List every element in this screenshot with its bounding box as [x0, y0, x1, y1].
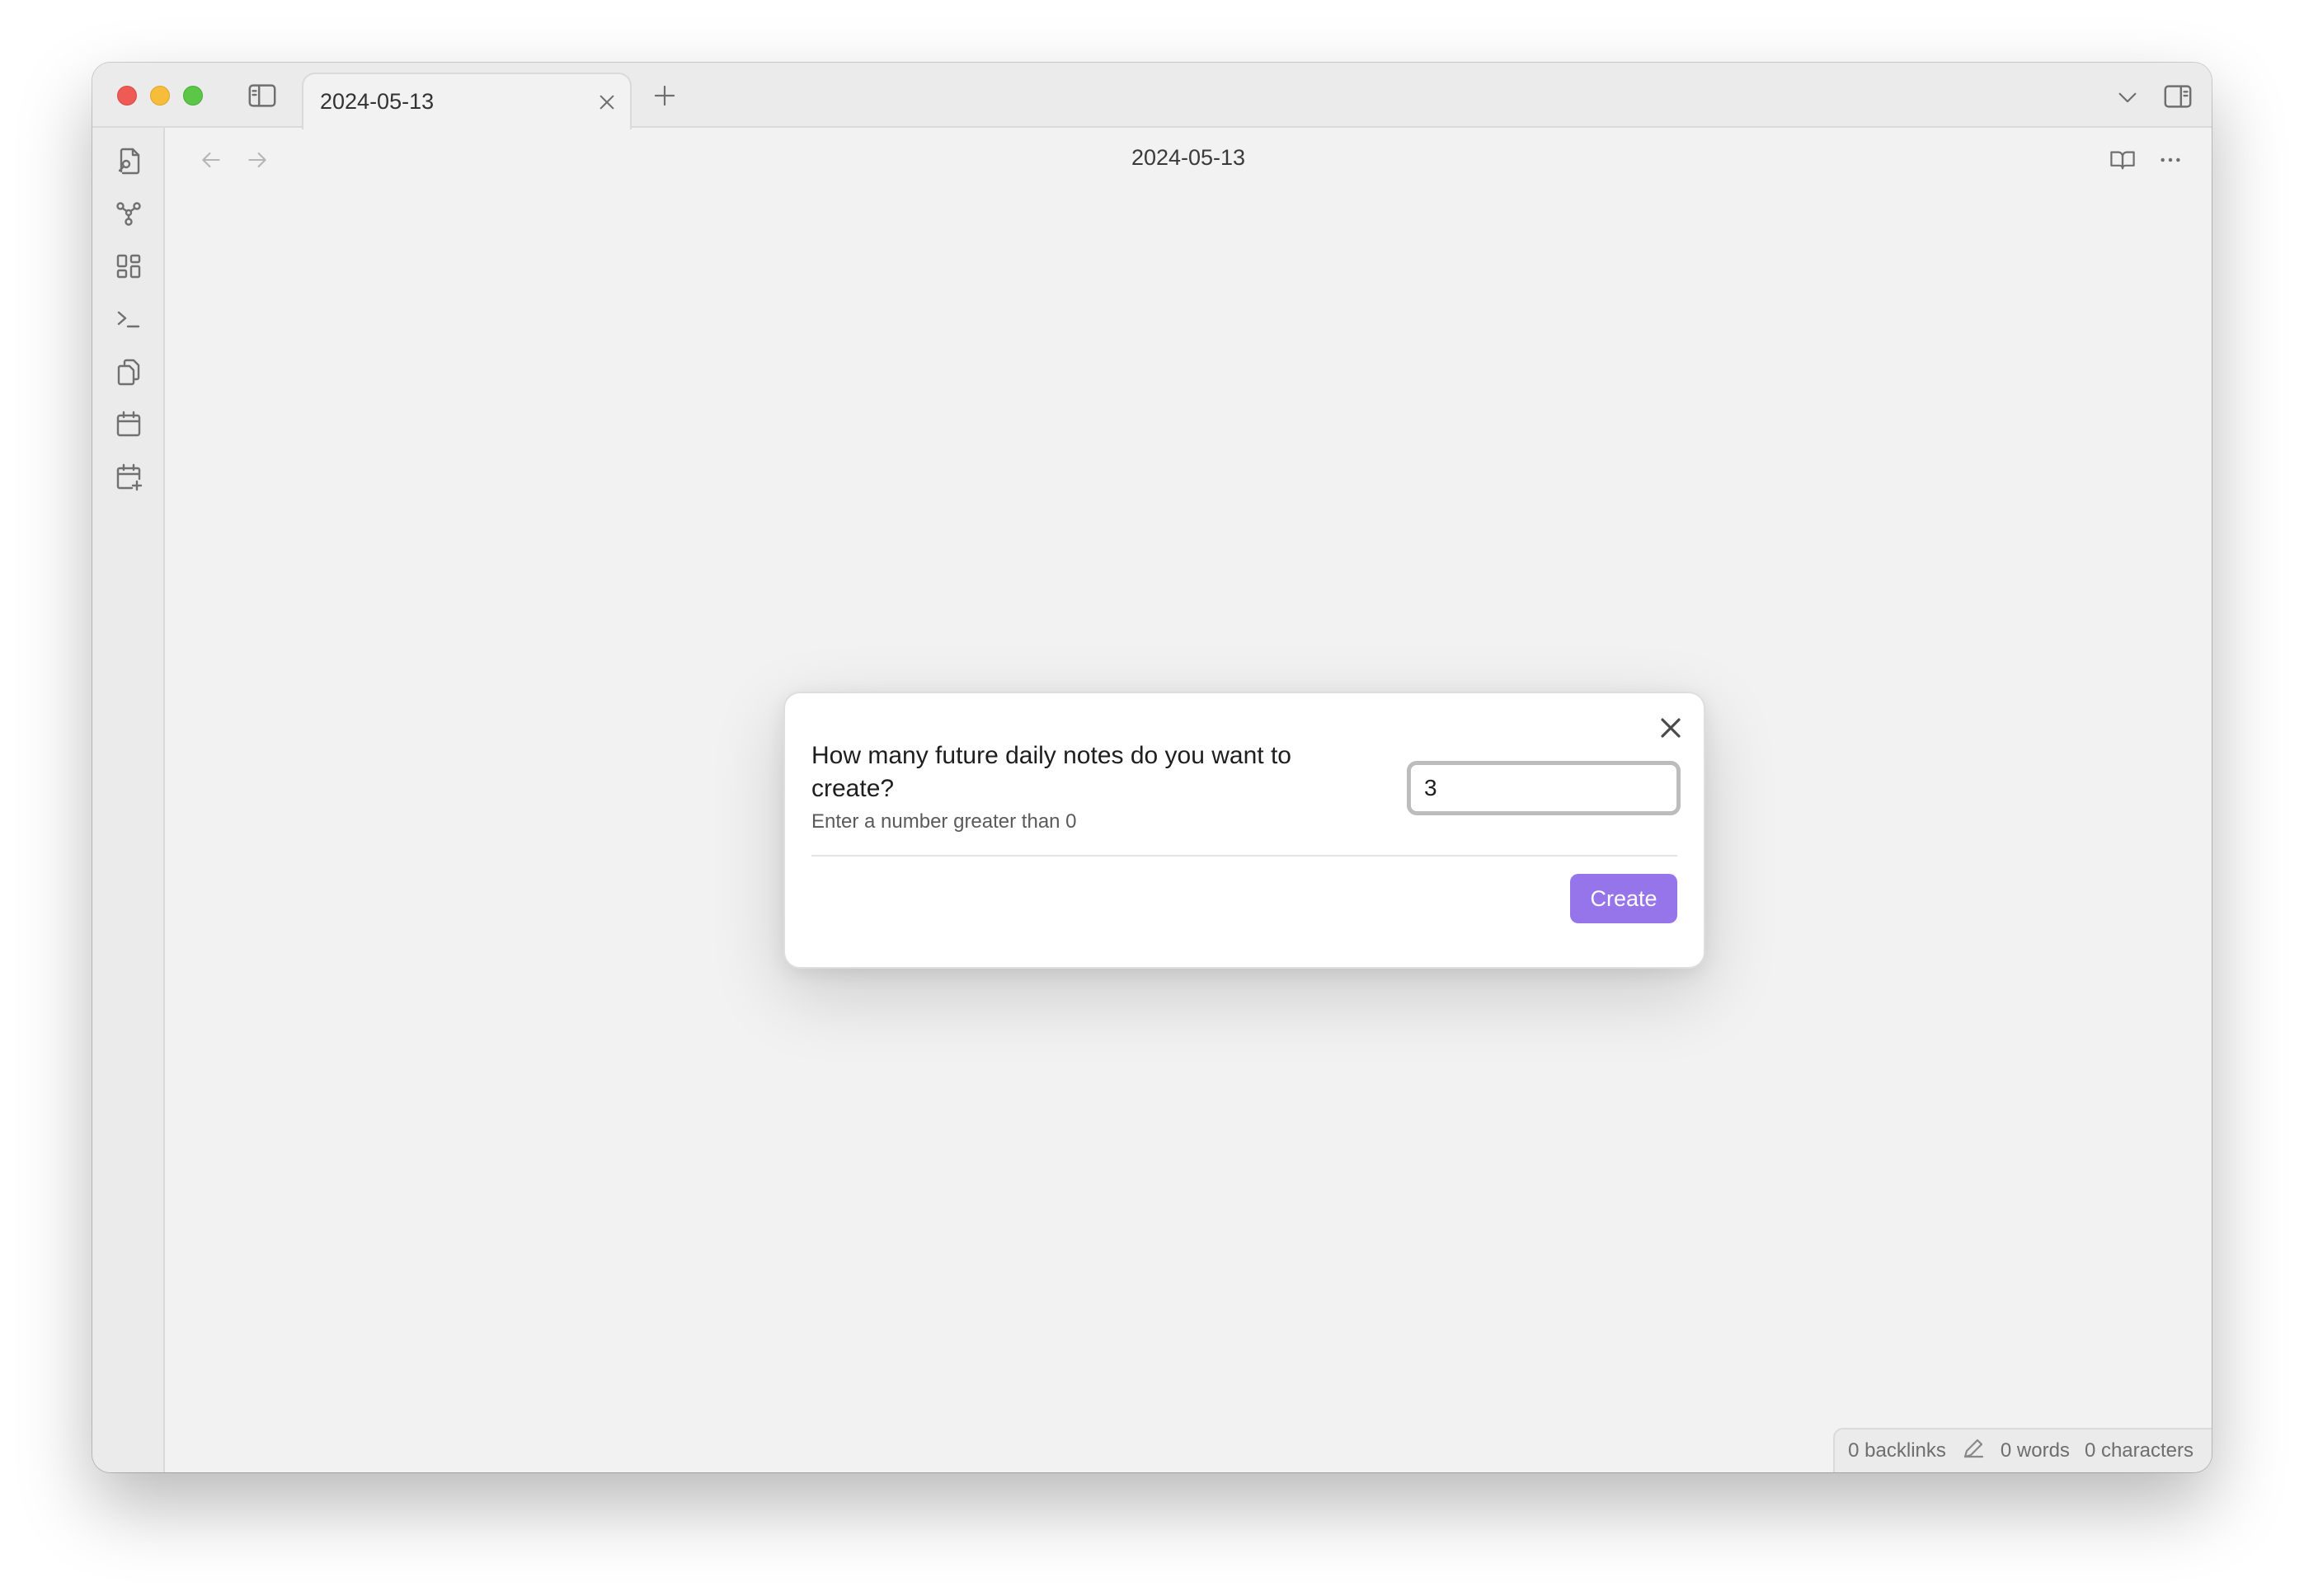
modal-divider — [811, 855, 1677, 857]
app-window: 2024-05-13 2024-05-13 0 backlinks 0 word… — [92, 63, 2212, 1472]
open-graph-view-button[interactable] — [109, 194, 148, 233]
canvas-icon — [116, 254, 141, 279]
modal-close-button[interactable] — [1654, 711, 1687, 744]
character-count: 0 characters — [2084, 1439, 2194, 1462]
tab-active-note[interactable]: 2024-05-13 — [302, 73, 632, 129]
create-button[interactable]: Create — [1570, 874, 1677, 923]
sidebar-right-icon — [2164, 85, 2192, 108]
future-notes-modal: How many future daily notes do you want … — [783, 692, 1705, 969]
tab-list-dropdown-button[interactable] — [2111, 81, 2144, 114]
minimize-window-button[interactable] — [150, 86, 170, 106]
chevron-down-icon — [2118, 92, 2137, 103]
calendar-plus-icon — [116, 463, 143, 491]
status-bar: 0 backlinks 0 words 0 characters — [1833, 1428, 2212, 1472]
calendar-icon — [116, 411, 141, 437]
book-open-icon — [2110, 151, 2135, 170]
more-options-button[interactable] — [2154, 143, 2187, 176]
graph-view-icon — [116, 202, 141, 226]
zoom-window-button[interactable] — [183, 86, 203, 106]
terminal-icon — [117, 311, 140, 328]
view-header-title[interactable]: 2024-05-13 — [92, 145, 2212, 171]
word-count: 0 words — [2000, 1439, 2070, 1462]
files-copy-icon — [117, 359, 140, 386]
insert-template-button[interactable] — [109, 352, 148, 392]
close-tab-button[interactable] — [594, 89, 620, 115]
sidebar-left-icon — [248, 84, 276, 107]
create-future-notes-button[interactable] — [109, 458, 148, 497]
close-icon — [600, 95, 614, 110]
more-horizontal-icon — [2161, 157, 2180, 162]
create-canvas-button[interactable] — [109, 246, 148, 286]
toggle-left-sidebar-button[interactable] — [246, 79, 279, 112]
setting-question: How many future daily notes do you want … — [811, 742, 1291, 802]
toggle-right-sidebar-button[interactable] — [2161, 79, 2195, 114]
editing-mode-indicator[interactable] — [1961, 1436, 1986, 1467]
new-tab-button[interactable] — [648, 79, 681, 112]
close-icon — [1661, 718, 1681, 738]
title-bar: 2024-05-13 — [92, 63, 2212, 129]
note-count-input[interactable] — [1407, 761, 1681, 815]
plus-icon — [654, 85, 675, 106]
setting-description: Enter a number greater than 0 — [811, 810, 1077, 833]
close-window-button[interactable] — [117, 86, 137, 106]
reading-view-button[interactable] — [2106, 143, 2139, 176]
pencil-icon — [1963, 1439, 1983, 1458]
open-command-palette-button[interactable] — [109, 299, 148, 339]
backlinks-count[interactable]: 0 backlinks — [1848, 1439, 1946, 1462]
open-daily-note-button[interactable] — [109, 405, 148, 444]
tab-title: 2024-05-13 — [320, 89, 435, 114]
left-ribbon — [92, 128, 165, 1472]
